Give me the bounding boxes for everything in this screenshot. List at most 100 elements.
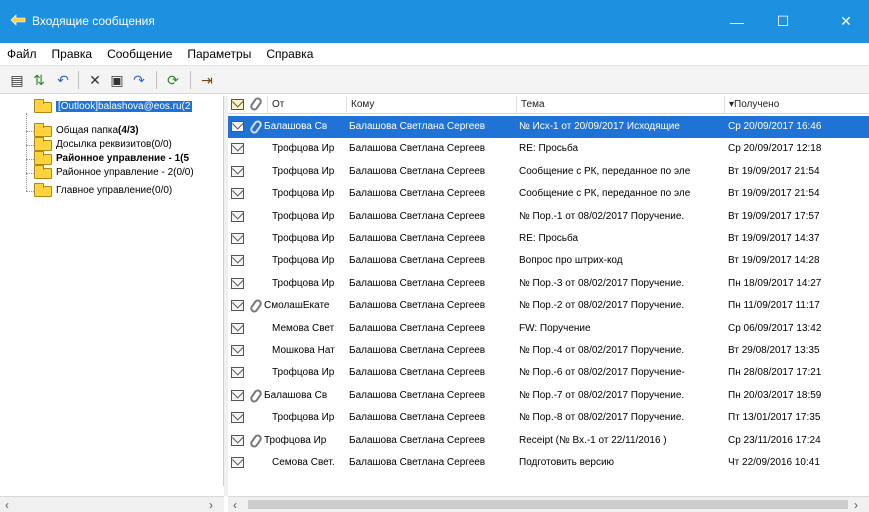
- toolbar: ▤ ⇅ ↶ ✕ ▣ ↷ ⟳ ⇥: [0, 65, 869, 94]
- send-receive-icon[interactable]: ⇅: [30, 71, 48, 89]
- header-icons[interactable]: [228, 96, 268, 114]
- tree-item-district-1[interactable]: Районное управление - 1(5: [34, 151, 189, 166]
- toolbar-separator: [78, 71, 79, 89]
- message-row[interactable]: Семова Свет. Балашова Светлана Сергеев Под…: [228, 452, 869, 474]
- paperclip-icon: [248, 432, 264, 449]
- tree-line: [26, 113, 27, 191]
- message-received: Вт 19/09/2017 14:37: [728, 233, 820, 244]
- move-icon[interactable]: ▣: [108, 71, 126, 89]
- tree-line: [26, 191, 34, 192]
- minimize-button[interactable]: —: [714, 0, 760, 43]
- message-from: Мемова Свет: [272, 322, 335, 334]
- message-received: Чт 22/09/2016 10:41: [728, 457, 820, 468]
- new-doc-icon[interactable]: ▤: [8, 71, 26, 89]
- message-subject: Сообщение с РК, переданное по эле: [519, 188, 691, 200]
- message-to: Балашова Светлана Сергеев: [349, 322, 486, 334]
- folder-icon: [34, 123, 52, 137]
- toolbar-separator: [156, 71, 157, 89]
- forward-icon[interactable]: ↷: [130, 71, 148, 89]
- message-row[interactable]: Трофцова Ир Балашова Светлана Сергеев RE: …: [228, 138, 869, 160]
- message-received: Пн 11/09/2017 11:17: [728, 300, 820, 312]
- message-subject: RE: Просьба: [519, 233, 579, 244]
- close-button[interactable]: ✕: [823, 0, 869, 43]
- menu-help[interactable]: Справка: [259, 47, 313, 61]
- message-row[interactable]: Трофцова Ир Балашова Светлана Сергеев № По…: [228, 206, 869, 228]
- menu-edit[interactable]: Правка: [45, 47, 93, 61]
- paperclip-icon: [248, 387, 264, 404]
- paperclip-icon: [248, 96, 264, 113]
- menu-parameters[interactable]: Параметры: [180, 47, 251, 61]
- message-row[interactable]: Трофцова Ир Балашова Светлана Сергеев Сооб…: [228, 161, 869, 183]
- message-from: Трофцова Ир: [272, 143, 335, 155]
- message-received: Вт 19/09/2017 17:57: [728, 210, 820, 222]
- scroll-thumb[interactable]: [248, 500, 848, 509]
- tree-root[interactable]: [Outlook]balashova@eos.ru(2: [34, 99, 193, 114]
- message-row[interactable]: Трофцова Ир Балашова Светлана Сергеев Вопр…: [228, 250, 869, 272]
- message-row[interactable]: Трофцова Ир Балашова Светлана Сергеев Сооб…: [228, 183, 869, 205]
- scroll-left-icon[interactable]: ‹: [5, 498, 9, 512]
- message-received: Вт 19/09/2017 14:28: [728, 255, 820, 267]
- message-to: Балашова Светлана Сергеев: [349, 188, 486, 200]
- list-horizontal-scrollbar[interactable]: ‹ ›: [228, 496, 869, 512]
- message-subject: Сообщение с РК, переданное по эле: [519, 165, 691, 177]
- menu-file[interactable]: Файл: [0, 47, 37, 61]
- title-bar[interactable]: Входящие сообщения — ☐ ✕: [0, 0, 869, 43]
- refresh-icon[interactable]: ⟳: [164, 71, 182, 89]
- message-row[interactable]: Мемова Свет Балашова Светлана Сергеев FW: …: [228, 318, 869, 340]
- message-subject: № Пор.-2 от 08/02/2017 Поручение.: [519, 300, 685, 312]
- folder-icon: [34, 137, 52, 151]
- tree-item-label: Общая папка: [56, 125, 119, 136]
- message-row[interactable]: Балашова Св Балашова Светлана Сергеев № По…: [228, 385, 869, 407]
- tree-item-main[interactable]: Главное управление(0/0): [34, 183, 173, 198]
- tree-item-label: Главное управление(0/0): [56, 185, 173, 196]
- message-from: Трофцова Ир: [272, 165, 335, 177]
- envelope-icon: [231, 434, 244, 446]
- message-row[interactable]: Трофцова Ир Балашова Светлана Сергеев Rece…: [228, 430, 869, 452]
- toolbar-separator: [190, 71, 191, 89]
- message-to: Балашова Светлана Сергеев: [349, 457, 486, 468]
- message-from: Трофцова Ир: [272, 412, 335, 424]
- message-received: Вт 19/09/2017 21:54: [728, 188, 820, 200]
- menu-message[interactable]: Сообщение: [100, 47, 172, 61]
- folder-icon: [34, 151, 52, 165]
- message-row[interactable]: Трофцова Ир Балашова Светлана Сергеев № По…: [228, 273, 869, 295]
- message-from: Трофцова Ир: [272, 277, 335, 289]
- message-subject: RE: Просьба: [519, 143, 579, 155]
- tree-horizontal-scrollbar[interactable]: ‹ ›: [0, 496, 224, 512]
- message-row[interactable]: Трофцова Ир Балашова Светлана Сергеев № По…: [228, 407, 869, 429]
- header-subject[interactable]: Тема: [517, 96, 725, 114]
- message-to: Балашова Светлана Сергеев: [349, 434, 486, 446]
- scroll-right-icon[interactable]: ›: [209, 498, 213, 512]
- header-received[interactable]: ▾Получено: [725, 96, 869, 114]
- tree-line: [26, 173, 34, 174]
- message-subject: Вопрос про штрих-код: [519, 255, 623, 267]
- maximize-button[interactable]: ☐: [760, 0, 806, 43]
- message-row[interactable]: Мошкова Нат Балашова Светлана Сергеев № По…: [228, 340, 869, 362]
- exit-icon[interactable]: ⇥: [198, 71, 216, 89]
- message-row[interactable]: СмолашЕкате Балашова Светлана Сергеев № По…: [228, 295, 869, 317]
- message-to: Балашова Светлана Сергеев: [349, 345, 486, 356]
- header-to[interactable]: Кому: [347, 96, 517, 114]
- message-from: Трофцова Ир: [272, 233, 335, 244]
- message-subject: № Пор.-3 от 08/02/2017 Поручение.: [519, 277, 685, 289]
- scroll-left-icon[interactable]: ‹: [233, 498, 237, 512]
- scroll-right-icon[interactable]: ›: [854, 498, 858, 512]
- tree-item-general[interactable]: Общая папка(4/3): [34, 123, 139, 138]
- envelope-icon: [231, 367, 244, 379]
- folder-icon: [34, 183, 52, 197]
- envelope-icon: [231, 233, 244, 244]
- tree-item-requisites[interactable]: Досылка реквизитов(0/0): [34, 137, 172, 152]
- message-row[interactable]: Трофцова Ир Балашова Светлана Сергеев RE: …: [228, 228, 869, 250]
- envelope-icon: [231, 143, 244, 155]
- message-row[interactable]: Балашова Св Балашова Светлана Сергеев № Ис…: [228, 116, 869, 139]
- delete-icon[interactable]: ✕: [86, 71, 104, 89]
- tree-root-label: [Outlook]balashova@eos.ru(2: [56, 101, 193, 112]
- message-from: Трофцова Ир: [272, 367, 335, 379]
- message-row[interactable]: Трофцова Ир Балашова Светлана Сергеев № По…: [228, 362, 869, 384]
- folder-icon: [34, 99, 52, 113]
- folder-icon: [34, 165, 52, 179]
- reply-icon[interactable]: ↶: [54, 71, 72, 89]
- tree-line: [26, 159, 34, 160]
- header-from[interactable]: От: [268, 96, 347, 114]
- tree-item-district-2[interactable]: Районное управление - 2(0/0): [34, 165, 194, 180]
